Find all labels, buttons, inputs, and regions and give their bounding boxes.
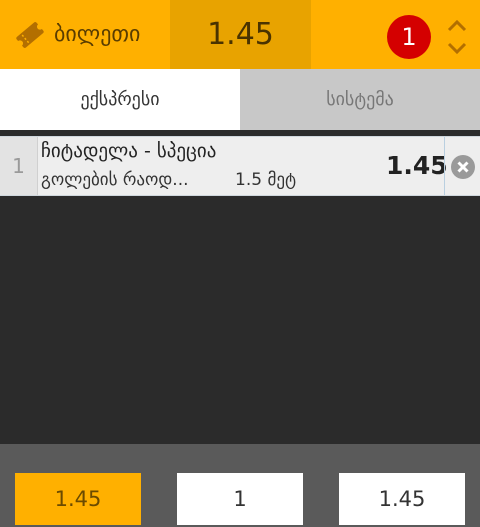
tab-system[interactable]: სისტემა — [240, 69, 480, 130]
bet-divider — [444, 137, 445, 195]
bet-count-badge: 1 — [387, 15, 431, 59]
payout-button[interactable]: 1.45 — [339, 473, 465, 525]
odds-button[interactable]: 1.45 — [15, 473, 141, 525]
total-odds: 1.45 — [170, 0, 311, 69]
stake-input[interactable]: 1 — [177, 473, 303, 525]
bet-selection: 1.5 მეტ — [235, 170, 297, 190]
chevron-up-down-icon[interactable] — [446, 18, 468, 56]
bet-market: გოლების რაოდ... — [41, 170, 189, 190]
bet-list-empty-area — [0, 196, 480, 444]
close-circle-icon[interactable] — [450, 154, 476, 180]
ticket-icon — [16, 21, 44, 48]
ticket-header: ბილეთი 1.45 1 — [0, 0, 480, 69]
ticket-toggle[interactable]: ბილეთი — [0, 0, 170, 69]
bet-list-item: 1 ჩიტადელა - სპეცია გოლების რაოდ... 1.5 … — [0, 136, 480, 196]
bet-type-tabs: ექსპრესი სისტემა — [0, 69, 480, 130]
ticket-title: ბილეთი — [54, 22, 141, 47]
tab-express[interactable]: ექსპრესი — [0, 69, 240, 130]
bet-odds: 1.45 — [386, 151, 448, 180]
bet-event-name: ჩიტადელა - სპეცია — [41, 140, 217, 162]
bet-index: 1 — [0, 137, 38, 195]
